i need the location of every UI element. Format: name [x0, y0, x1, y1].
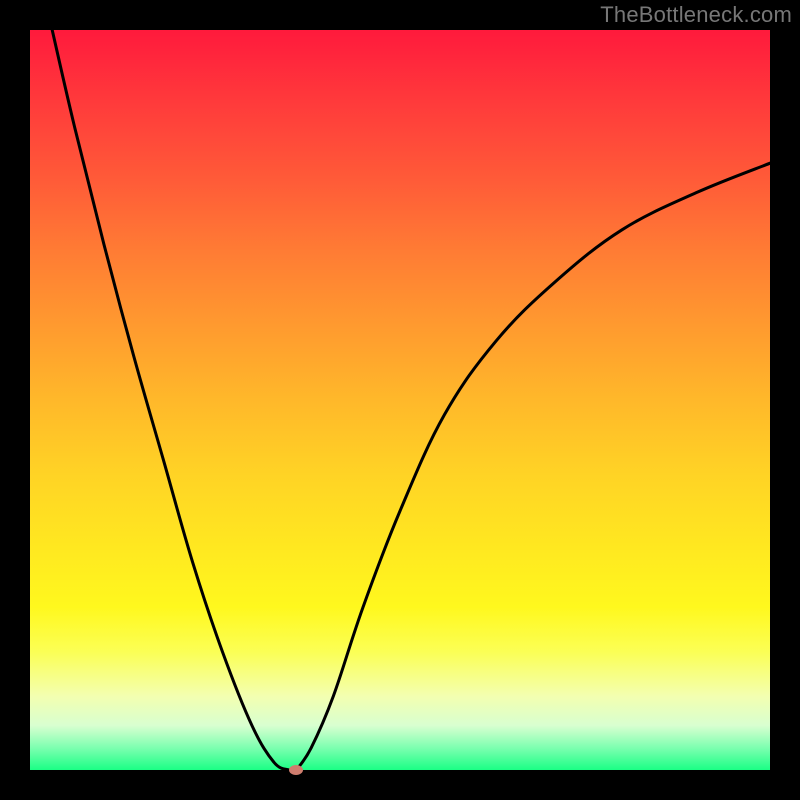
bottleneck-curve	[30, 30, 770, 770]
curve-right-branch	[296, 163, 770, 770]
watermark-text: TheBottleneck.com	[600, 2, 792, 28]
minimum-marker-dot	[289, 765, 303, 775]
chart-frame: TheBottleneck.com	[0, 0, 800, 800]
curve-left-branch	[52, 30, 289, 770]
plot-area	[30, 30, 770, 770]
